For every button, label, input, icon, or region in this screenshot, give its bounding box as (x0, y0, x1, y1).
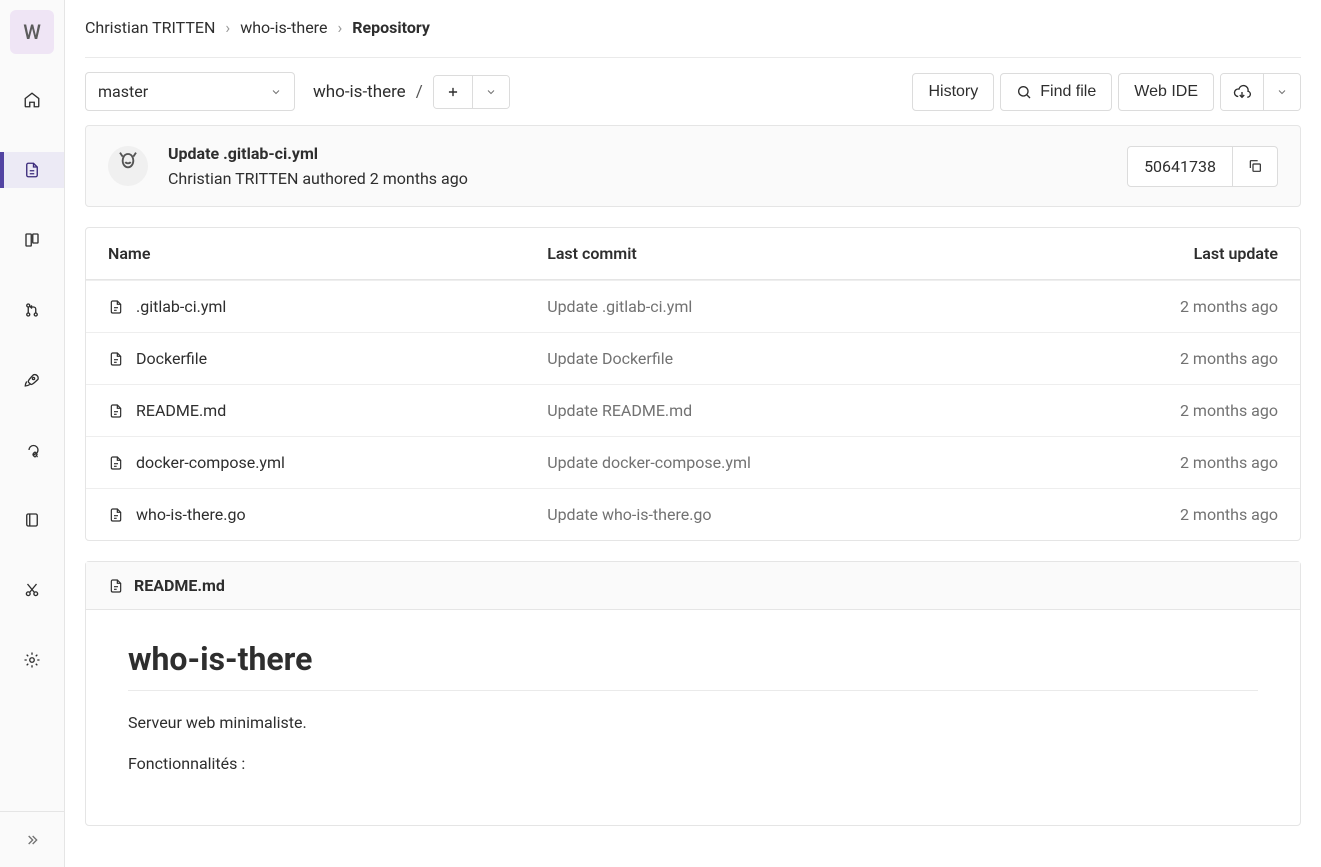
sidebar-item-wiki[interactable] (0, 502, 64, 538)
table-row: who-is-there.go Update who-is-there.go2 m… (86, 488, 1300, 540)
sidebar: W (0, 0, 65, 867)
file-last-commit[interactable]: Update docker-compose.yml (525, 436, 1017, 488)
sidebar-item-ci-cd[interactable] (0, 362, 64, 398)
plus-icon (446, 85, 460, 99)
chevron-down-icon (485, 86, 497, 98)
commit-author[interactable]: Christian TRITTEN (168, 169, 298, 188)
breadcrumb-owner[interactable]: Christian TRITTEN (85, 18, 215, 37)
project-avatar[interactable]: W (10, 10, 54, 54)
main-content: Christian TRITTEN › who-is-there › Repos… (65, 0, 1321, 867)
book-icon (23, 511, 41, 529)
commit-time: 2 months ago (370, 169, 468, 188)
issues-icon (23, 231, 41, 249)
file-link[interactable]: Dockerfile (108, 349, 503, 368)
sidebar-item-settings[interactable] (0, 642, 64, 678)
search-icon (1016, 84, 1032, 100)
sidebar-collapse-button[interactable] (0, 811, 64, 867)
web-ide-button[interactable]: Web IDE (1118, 73, 1214, 111)
chevron-right-icon: › (337, 18, 342, 37)
readme-paragraph: Fonctionnalités : (128, 754, 1258, 773)
table-row: README.md Update README.md2 months ago (86, 384, 1300, 436)
sidebar-item-merge-requests[interactable] (0, 292, 64, 328)
gear-icon (23, 651, 41, 669)
sidebar-item-repository[interactable] (0, 152, 64, 188)
find-file-button[interactable]: Find file (1000, 73, 1112, 111)
chevron-right-icon: › (225, 18, 230, 37)
copy-icon (1247, 158, 1263, 174)
branch-name: master (98, 82, 148, 101)
sidebar-item-snippets[interactable] (0, 572, 64, 608)
file-icon (108, 577, 124, 595)
table-row: docker-compose.yml Update docker-compose.… (86, 436, 1300, 488)
avatar-icon (112, 150, 144, 182)
sidebar-item-issues[interactable] (0, 222, 64, 258)
table-row: .gitlab-ci.yml Update .gitlab-ci.yml2 mon… (86, 280, 1300, 332)
file-last-update: 2 months ago (1018, 384, 1300, 436)
breadcrumb-current: Repository (352, 18, 430, 37)
file-last-commit[interactable]: Update .gitlab-ci.yml (525, 280, 1017, 332)
find-file-label: Find file (1040, 83, 1096, 101)
file-link[interactable]: docker-compose.yml (108, 453, 503, 472)
chevron-down-icon (270, 86, 282, 98)
file-link[interactable]: .gitlab-ci.yml (108, 297, 503, 316)
file-icon (108, 454, 124, 472)
download-dropdown[interactable] (1263, 74, 1300, 110)
commit-sha[interactable]: 50641738 (1128, 147, 1232, 186)
path-breadcrumb: who-is-there / (313, 82, 423, 102)
file-last-update: 2 months ago (1018, 280, 1300, 332)
add-file-group (433, 75, 510, 109)
breadcrumb-project[interactable]: who-is-there (240, 18, 327, 37)
operations-icon (23, 441, 41, 459)
add-file-dropdown[interactable] (472, 76, 509, 108)
breadcrumb: Christian TRITTEN › who-is-there › Repos… (85, 0, 1301, 58)
file-last-update: 2 months ago (1018, 488, 1300, 540)
file-last-commit[interactable]: Update who-is-there.go (525, 488, 1017, 540)
table-row: Dockerfile Update Dockerfile2 months ago (86, 332, 1300, 384)
file-icon (108, 402, 124, 420)
download-button[interactable] (1221, 74, 1263, 110)
readme-panel: README.md who-is-there Serveur web minim… (85, 561, 1301, 826)
sidebar-item-operations[interactable] (0, 432, 64, 468)
sidebar-item-project[interactable] (0, 82, 64, 118)
download-group (1220, 73, 1301, 111)
file-link[interactable]: who-is-there.go (108, 505, 503, 524)
latest-commit-card: Update .gitlab-ci.yml Christian TRITTEN … (85, 125, 1301, 207)
merge-request-icon (23, 301, 41, 319)
copy-sha-button[interactable] (1232, 147, 1277, 186)
commit-author-avatar[interactable] (108, 146, 148, 186)
file-icon (23, 161, 41, 179)
file-last-commit[interactable]: Update Dockerfile (525, 332, 1017, 384)
file-icon (108, 350, 124, 368)
path-root-link[interactable]: who-is-there (313, 82, 406, 102)
file-last-commit[interactable]: Update README.md (525, 384, 1017, 436)
commit-authored-label: authored (302, 169, 369, 188)
chevron-double-right-icon (24, 832, 40, 848)
history-button[interactable]: History (912, 73, 994, 111)
scissors-icon (23, 581, 41, 599)
file-link[interactable]: README.md (108, 401, 503, 420)
column-header-last-update: Last update (1018, 228, 1300, 280)
column-header-last-commit: Last commit (525, 228, 1017, 280)
file-icon (108, 298, 124, 316)
chevron-down-icon (1276, 86, 1288, 98)
home-icon (23, 91, 41, 109)
readme-heading: who-is-there (128, 640, 1258, 691)
file-last-update: 2 months ago (1018, 332, 1300, 384)
commit-title[interactable]: Update .gitlab-ci.yml (168, 144, 1107, 163)
file-icon (108, 506, 124, 524)
path-separator: / (416, 82, 423, 102)
file-last-update: 2 months ago (1018, 436, 1300, 488)
branch-selector[interactable]: master (85, 72, 295, 111)
file-table: Name Last commit Last update .gitlab-ci.… (85, 227, 1301, 541)
readme-filename[interactable]: README.md (134, 576, 225, 595)
readme-paragraph: Serveur web minimaliste. (128, 713, 1258, 732)
column-header-name: Name (86, 228, 525, 280)
rocket-icon (23, 371, 41, 389)
add-file-button[interactable] (434, 76, 472, 108)
cloud-download-icon (1233, 83, 1251, 101)
